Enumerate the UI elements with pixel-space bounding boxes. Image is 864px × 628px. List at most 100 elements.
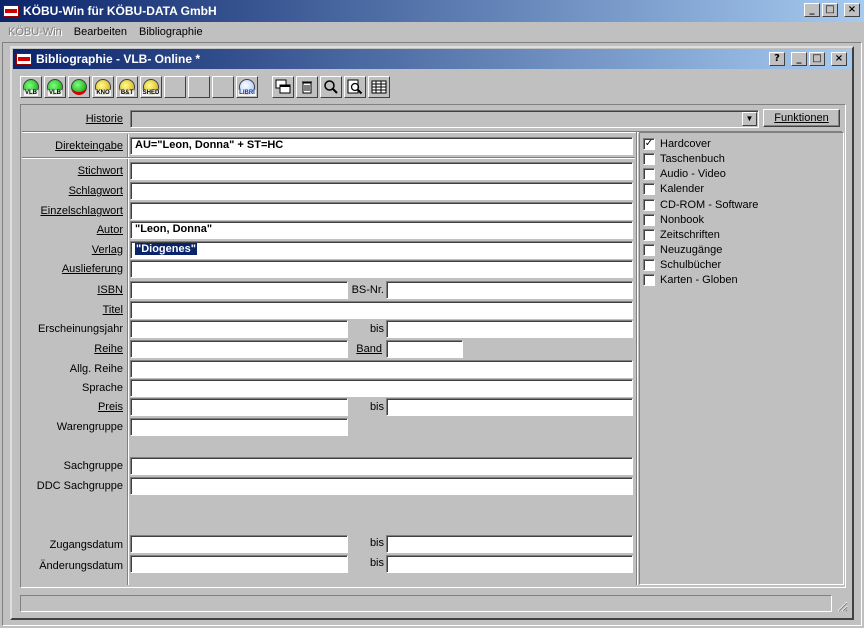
- checkbox-karten-globen[interactable]: Karten - Globen: [643, 272, 738, 287]
- aenderungsdatum-input[interactable]: [130, 555, 348, 573]
- print-preview-icon: [347, 79, 363, 95]
- menu-bearbeiten[interactable]: Bearbeiten: [68, 26, 133, 38]
- stichwort-input[interactable]: [130, 162, 633, 180]
- erscheinungsjahr-label: Erscheinungsjahr: [38, 323, 123, 335]
- zugangsdatum-bis-label: bis: [369, 537, 384, 549]
- checkbox-box[interactable]: [643, 198, 655, 211]
- direkteingabe-input[interactable]: AU="Leon, Donna" + ST=HC: [130, 137, 633, 155]
- child-minimize-button[interactable]: _: [791, 52, 807, 66]
- titel-label: Titel: [102, 304, 123, 316]
- checkbox-box[interactable]: [643, 167, 655, 180]
- preis-bis-input[interactable]: [386, 398, 633, 416]
- table-button[interactable]: [368, 76, 390, 98]
- size-grip[interactable]: [836, 600, 848, 612]
- allg-reihe-input[interactable]: [130, 360, 633, 378]
- maximize-button[interactable]: □: [822, 3, 838, 17]
- table-icon: [371, 80, 387, 94]
- checkbox-box[interactable]: [643, 182, 655, 195]
- shed-button[interactable]: SHED: [140, 76, 162, 98]
- toolbar: VLB VLB KNO B&T SHED LIBRI: [20, 76, 420, 100]
- ddc-sachgruppe-input[interactable]: [130, 477, 633, 495]
- band-input[interactable]: [386, 340, 463, 358]
- aenderungsdatum-label: Änderungsdatum: [39, 560, 123, 572]
- chevron-down-icon: ▼: [745, 114, 754, 123]
- vlb-extra-button[interactable]: [68, 76, 90, 98]
- erscheinungsjahr-input[interactable]: [130, 320, 348, 338]
- empty-button-2[interactable]: [188, 76, 210, 98]
- checkbox-box[interactable]: [643, 258, 655, 271]
- checkbox-label: Zeitschriften: [660, 228, 720, 241]
- kno-button[interactable]: KNO: [92, 76, 114, 98]
- vlb-button[interactable]: VLB: [44, 76, 66, 98]
- zugangsdatum-input[interactable]: [130, 535, 348, 553]
- checkbox-box[interactable]: [643, 243, 655, 256]
- libri-button[interactable]: LIBRI: [236, 76, 258, 98]
- titel-input[interactable]: [130, 301, 633, 319]
- erscheinungsjahr-bis-input[interactable]: [386, 320, 633, 338]
- checkbox-label: CD-ROM - Software: [660, 198, 759, 211]
- zugangsdatum-label: Zugangsdatum: [49, 539, 123, 551]
- checkbox-taschenbuch[interactable]: Taschenbuch: [643, 151, 725, 166]
- zugangsdatum-bis-input[interactable]: [386, 535, 633, 553]
- checkbox-label: Neuzugänge: [660, 243, 723, 256]
- checkbox-cdrom-software[interactable]: CD-ROM - Software: [643, 197, 758, 212]
- app-icon[interactable]: [3, 5, 19, 17]
- child-icon[interactable]: [16, 53, 32, 65]
- stichwort-label: Stichwort: [77, 165, 123, 177]
- allg-reihe-label: Allg. Reihe: [69, 363, 123, 375]
- empty-button-3[interactable]: [212, 76, 234, 98]
- help-button[interactable]: ?: [769, 52, 785, 66]
- child-close-button[interactable]: ×: [831, 52, 847, 66]
- child-maximize-button[interactable]: □: [809, 52, 825, 66]
- close-button[interactable]: ×: [844, 3, 860, 17]
- checkbox-hardcover[interactable]: ✓ Hardcover: [643, 136, 711, 151]
- vlb-icon: VLB: [47, 79, 63, 96]
- checkbox-kalender[interactable]: Kalender: [643, 181, 704, 196]
- checkbox-box[interactable]: ✓: [643, 137, 655, 150]
- checkbox-box[interactable]: [643, 152, 655, 165]
- search-button[interactable]: [320, 76, 342, 98]
- checkbox-box[interactable]: [643, 273, 655, 286]
- isbn-input[interactable]: [130, 281, 348, 299]
- checkbox-audio-video[interactable]: Audio - Video: [643, 166, 726, 181]
- warengruppe-input[interactable]: [130, 418, 348, 436]
- reihe-input[interactable]: [130, 340, 348, 358]
- sachgruppe-input[interactable]: [130, 457, 633, 475]
- checkbox-nonbook[interactable]: Nonbook: [643, 212, 704, 227]
- delete-button[interactable]: [296, 76, 318, 98]
- historie-dropdown[interactable]: ▼: [130, 110, 759, 128]
- preis-label: Preis: [97, 401, 123, 413]
- historie-label: Historie: [85, 113, 123, 125]
- menu-koebu-win[interactable]: KÖBU-Win: [2, 26, 68, 38]
- bt-button[interactable]: B&T: [116, 76, 138, 98]
- sprache-input[interactable]: [130, 379, 633, 397]
- preis-input[interactable]: [130, 398, 348, 416]
- empty-button-1[interactable]: [164, 76, 186, 98]
- erscheinungsjahr-bis-label: bis: [369, 323, 384, 335]
- windows-icon: [275, 79, 291, 94]
- funktionen-button[interactable]: Funktionen: [763, 109, 840, 127]
- checkbox-schulbuecher[interactable]: Schulbücher: [643, 257, 721, 272]
- verlag-input[interactable]: "Diogenes": [130, 241, 633, 259]
- checkbox-box[interactable]: [643, 213, 655, 226]
- minimize-button[interactable]: _: [804, 3, 820, 17]
- preview-button[interactable]: [344, 76, 366, 98]
- auslieferung-input[interactable]: [130, 260, 633, 278]
- menu-bibliographie[interactable]: Bibliographie: [133, 26, 209, 38]
- autor-input[interactable]: "Leon, Donna": [130, 221, 633, 239]
- schlagwort-input[interactable]: [130, 182, 633, 200]
- aenderungsdatum-bis-input[interactable]: [386, 555, 633, 573]
- divider: [22, 157, 635, 159]
- einzelschlagwort-input[interactable]: [130, 202, 633, 220]
- windows-button[interactable]: [272, 76, 294, 98]
- checkbox-neuzugaenge[interactable]: Neuzugänge: [643, 242, 722, 257]
- bsnr-input[interactable]: [386, 281, 633, 299]
- checkbox-zeitschriften[interactable]: Zeitschriften: [643, 227, 720, 242]
- kno-icon: KNO: [95, 79, 111, 96]
- checkbox-box[interactable]: [643, 228, 655, 241]
- child-title: Bibliographie - VLB- Online *: [36, 52, 201, 66]
- child-titlebar: Bibliographie - VLB- Online * ? _ □ ×: [13, 49, 851, 69]
- bsnr-label: BS-Nr.: [351, 284, 384, 296]
- vlb-online-button[interactable]: VLB: [20, 76, 42, 98]
- dropdown-arrow-button[interactable]: ▼: [742, 112, 757, 126]
